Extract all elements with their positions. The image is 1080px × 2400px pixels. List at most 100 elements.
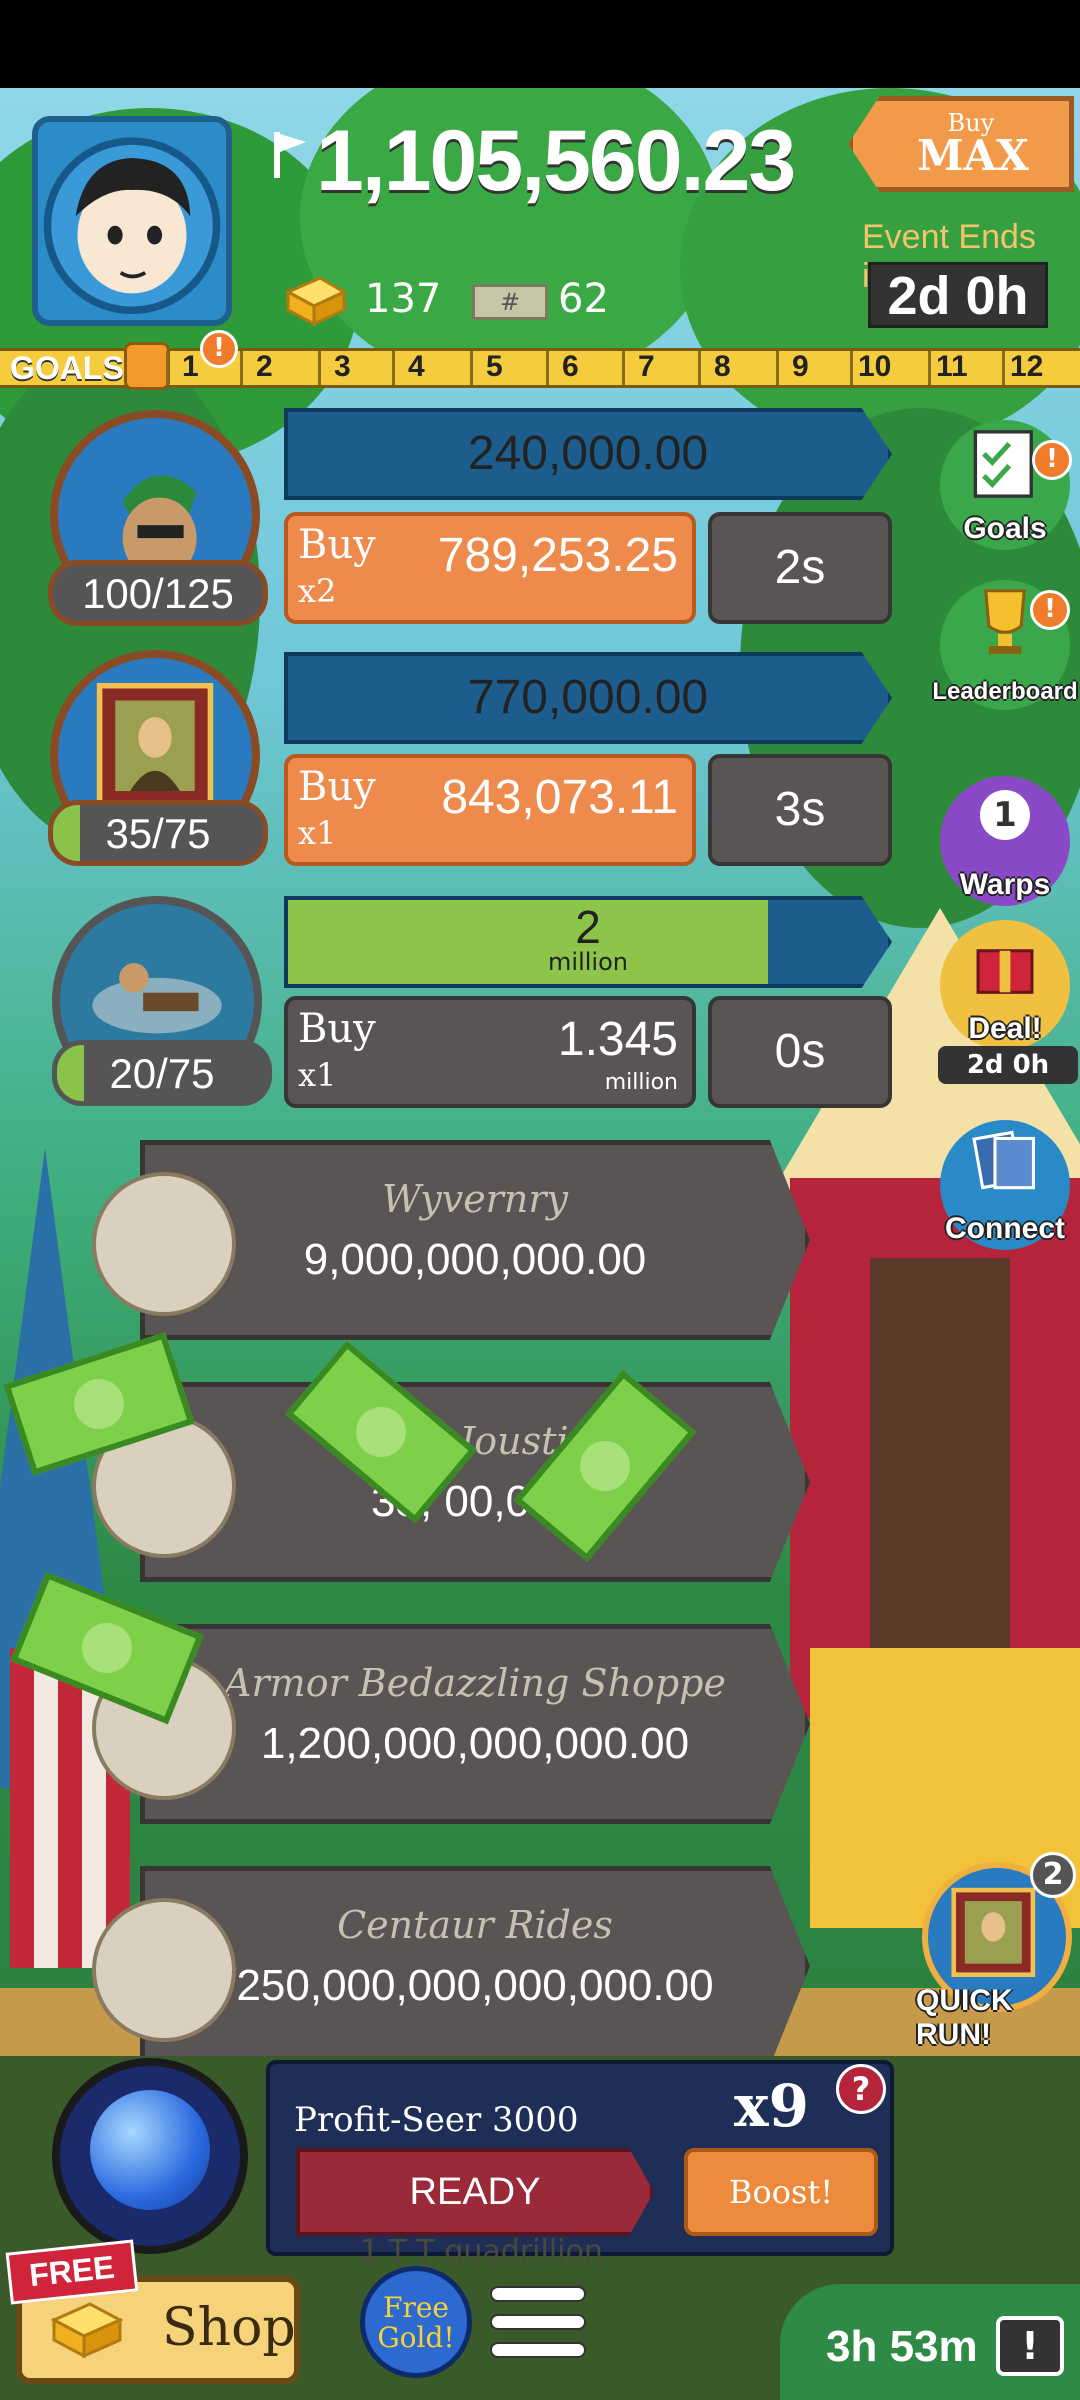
buy-cost: 789,253.25: [437, 529, 678, 582]
business-1-profit: 240,000.00: [467, 427, 709, 480]
buy-cost: 1.345: [557, 1013, 678, 1066]
megaticket-count: 62: [558, 276, 609, 322]
locked-business-name: orn Jousti: [381, 1419, 569, 1463]
goal-number: 1: [182, 350, 199, 383]
help-icon[interactable]: ?: [836, 2064, 886, 2114]
goal-tick: [698, 351, 701, 385]
locked-business-unicorn-jousting[interactable]: orn Jousti 33, 00,000: [140, 1382, 810, 1582]
leaderboard-alert-icon: !: [1030, 590, 1070, 630]
goals-alert-icon: !: [200, 330, 238, 368]
goal-tick: [622, 351, 625, 385]
event-timer: 2d 0h: [868, 262, 1048, 328]
locked-business-wyvernry[interactable]: Wyvernry 9,000,000,000.00: [140, 1140, 810, 1340]
goal-tick: [928, 351, 931, 385]
business-2-buy-button[interactable]: Buy x1 843,073.11: [284, 754, 696, 866]
avatar-portrait-icon: [43, 137, 221, 315]
menu-bar: [490, 2314, 586, 2330]
tv-icon[interactable]: !: [996, 2316, 1064, 2376]
cards-icon: [972, 1130, 1035, 1190]
goal-tick: [392, 351, 395, 385]
connect-button[interactable]: Connect: [940, 1120, 1070, 1250]
obscured-price-text: 1 T T quadrillion: [360, 2234, 603, 2269]
goal-number: 8: [714, 350, 731, 383]
buy-cost-unit: million: [604, 1070, 678, 1095]
wyvern-icon: [92, 1172, 236, 1316]
goal-tick: [776, 351, 779, 385]
business-1-timer[interactable]: 2s: [708, 512, 892, 624]
business-3-buy-button[interactable]: Buy x1 1.345 million: [284, 996, 696, 1108]
business-3-count-fill: [57, 1045, 85, 1101]
connect-button-label: Connect: [945, 1212, 1065, 1245]
goal-number: 11: [936, 350, 968, 383]
quick-run-label: QUICK RUN!: [916, 1984, 1013, 2051]
free-gold-line-1: Free: [383, 2291, 449, 2324]
goal-number: 10: [858, 350, 892, 383]
warps-button[interactable]: 1 Warps: [940, 776, 1070, 906]
menu-bar: [490, 2286, 586, 2302]
goal-number: 6: [562, 350, 579, 383]
business-3-timer[interactable]: 0s: [708, 996, 892, 1108]
business-1-profit-bar[interactable]: 240,000.00: [284, 408, 892, 500]
deal-timer: 2d 0h: [938, 1046, 1078, 1084]
buy-max-big: MAX: [917, 131, 1029, 180]
locked-business-armor-bedazzling[interactable]: Armor Bedazzling Shoppe 1,200,000,000,00…: [140, 1624, 810, 1824]
megaticket-icon: #: [472, 284, 548, 320]
free-gold-line-2: Gold!: [377, 2321, 455, 2354]
locked-business-name: Armor Bedazzling Shoppe: [224, 1661, 726, 1705]
ready-button[interactable]: READY: [296, 2148, 654, 2236]
goal-number: 3: [334, 350, 351, 383]
player-avatar[interactable]: [32, 116, 232, 326]
gold-bar-icon: [50, 2302, 124, 2359]
menu-button[interactable]: [490, 2286, 586, 2366]
business-2-count: 35/75: [48, 800, 268, 866]
tv-ad-timer-text: 3h 53m: [826, 2322, 978, 2371]
status-bar: [0, 0, 1080, 88]
buy-multiplier: x1: [298, 1056, 337, 1094]
boost-button[interactable]: Boost!: [684, 2148, 878, 2236]
goal-number: 4: [408, 350, 425, 383]
goal-tick: [318, 351, 321, 385]
buy-label: Buy: [298, 764, 376, 810]
locked-business-name: Centaur Rides: [337, 1903, 613, 1947]
buy-multiplier: x2: [298, 572, 337, 610]
goal-tick: [1002, 351, 1005, 385]
business-1-count: 100/125: [48, 560, 268, 626]
goal-number: 2: [256, 350, 273, 383]
shop-label: Shop: [162, 2298, 296, 2358]
menu-bar: [490, 2342, 586, 2358]
manager-name: Profit-Seer 3000: [294, 2100, 579, 2140]
free-gold-button[interactable]: Free Gold!: [360, 2266, 472, 2378]
crystal-ball-icon[interactable]: [52, 2058, 248, 2254]
goal-tick: [546, 351, 549, 385]
buy-label: Buy: [298, 522, 376, 568]
goal-number: 7: [638, 350, 655, 383]
goal-number: 5: [486, 350, 503, 383]
goals-label: GOALS: [10, 350, 124, 386]
warps-button-label: Warps: [959, 868, 1051, 901]
quick-run-count-badge: 2: [1030, 1852, 1076, 1898]
business-2-profit-bar[interactable]: 770,000.00: [284, 652, 892, 744]
deal-button[interactable]: Deal!: [940, 920, 1070, 1050]
warps-count-badge: 1: [980, 790, 1030, 840]
business-2-timer[interactable]: 3s: [708, 754, 892, 866]
buy-label: Buy: [298, 1006, 376, 1052]
locked-business-price: 9,000,000,000.00: [303, 1235, 647, 1284]
business-1-buy-button[interactable]: Buy x2 789,253.25: [284, 512, 696, 624]
buy-cost: 843,073.11: [441, 771, 678, 824]
leaderboard-button-label: Leaderboard: [932, 678, 1078, 705]
goal-tick: [470, 351, 473, 385]
goal-tick: [240, 351, 243, 385]
locked-business-centaur-rides[interactable]: Centaur Rides 250,000,000,000,000.00: [140, 1866, 810, 2066]
goal-number: 9: [792, 350, 809, 383]
business-3-profit-bar[interactable]: 2 million: [284, 896, 892, 988]
goals-button-label: Goals: [963, 512, 1047, 545]
locked-business-price: 33, 00,000: [371, 1477, 579, 1526]
locked-business-price: 250,000,000,000,000.00: [236, 1961, 714, 2010]
goals-gift-icon: [124, 342, 170, 390]
buy-max-button[interactable]: Buy MAX: [848, 96, 1074, 192]
cash-amount: 1,105,560.23: [316, 113, 796, 209]
centaur-icon: [92, 1898, 236, 2042]
business-2-profit: 770,000.00: [467, 671, 709, 724]
goal-tick: [166, 351, 169, 385]
gold-count: 137: [365, 276, 442, 322]
